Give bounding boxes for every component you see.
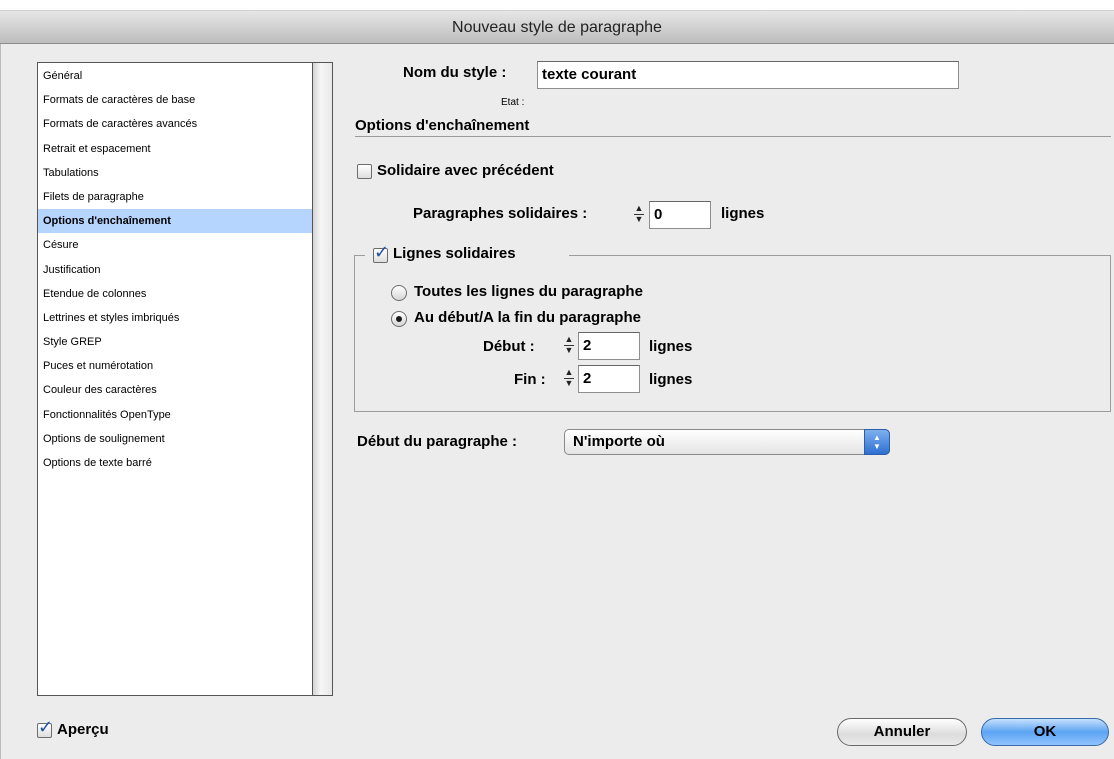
start-lines-unit: lignes <box>649 338 693 355</box>
keep-with-next-stepper[interactable]: ▲ ▼ <box>631 203 647 227</box>
sidebar-item-keep-options[interactable]: Options d'enchaînement <box>38 209 312 234</box>
sidebar-item-paragraph-rules[interactable]: Filets de paragraphe <box>38 185 312 209</box>
start-lines-input[interactable]: 2 <box>578 332 640 360</box>
start-end-label[interactable]: Au début/A la fin du paragraphe <box>414 309 641 326</box>
chevron-updown-icon: ▲ ▼ <box>864 429 890 455</box>
start-lines-stepper[interactable]: ▲ ▼ <box>561 334 577 358</box>
check-icon: ✓ <box>38 717 54 737</box>
sidebar-scrollbar[interactable] <box>312 63 332 695</box>
sidebar-item-tabs[interactable]: Tabulations <box>38 161 312 185</box>
sidebar-item-advanced-character-formats[interactable]: Formats de caractères avancés <box>38 112 312 136</box>
dialog-body: Général Formats de caractères de base Fo… <box>0 44 1114 759</box>
end-lines-label: Fin : <box>514 371 546 388</box>
sidebar-item-opentype[interactable]: Fonctionnalités OpenType <box>38 403 312 427</box>
end-lines-stepper[interactable]: ▲ ▼ <box>561 367 577 391</box>
end-lines-unit: lignes <box>649 371 693 388</box>
preview-checkbox[interactable]: ✓ <box>37 718 53 738</box>
sidebar-item-span-columns[interactable]: Etendue de colonnes <box>38 282 312 306</box>
keep-with-next-label: Paragraphes solidaires : <box>413 205 588 222</box>
start-lines-label: Début : <box>483 338 535 355</box>
sidebar-item-general[interactable]: Général <box>38 64 312 88</box>
keep-with-previous-label[interactable]: Solidaire avec précédent <box>377 162 554 179</box>
category-list-items: Général Formats de caractères de base Fo… <box>38 63 312 695</box>
window-title: Nouveau style de paragraphe <box>0 10 1114 44</box>
sidebar-item-strikethrough-options[interactable]: Options de texte barré <box>38 451 312 475</box>
preview-label[interactable]: Aperçu <box>57 721 109 738</box>
category-list: Général Formats de caractères de base Fo… <box>37 62 333 696</box>
keep-with-next-input[interactable]: 0 <box>649 201 711 229</box>
end-lines-input[interactable]: 2 <box>578 365 640 393</box>
keep-with-next-unit: lignes <box>721 205 765 222</box>
keep-with-previous-checkbox[interactable] <box>357 164 372 179</box>
paragraph-start-value: N'importe où <box>573 433 665 450</box>
radio-selected-dot <box>396 316 402 322</box>
keep-lines-checkbox[interactable]: ✓ <box>373 243 389 263</box>
all-lines-radio[interactable] <box>391 285 407 301</box>
keep-lines-label[interactable]: Lignes solidaires <box>393 245 516 262</box>
cancel-button[interactable]: Annuler <box>837 718 967 746</box>
keep-lines-legend: ✓ Lignes solidaires <box>365 243 569 268</box>
paragraph-start-select[interactable]: N'importe où ▲ ▼ <box>564 429 890 455</box>
start-end-radio[interactable] <box>391 311 407 327</box>
style-name-input[interactable]: texte courant <box>537 61 959 89</box>
keep-lines-group <box>354 255 1111 412</box>
section-title: Options d'enchaînement <box>355 117 530 134</box>
paragraph-start-label: Début du paragraphe : <box>357 433 518 450</box>
sidebar-item-indents-spacing[interactable]: Retrait et espacement <box>38 137 312 161</box>
sidebar-item-underline-options[interactable]: Options de soulignement <box>38 427 312 451</box>
background-document-strip <box>0 0 1114 10</box>
style-name-label: Nom du style : <box>403 64 507 81</box>
sidebar-item-grep-style[interactable]: Style GREP <box>38 330 312 354</box>
check-icon: ✓ <box>374 242 390 262</box>
state-label: Etat : <box>501 97 525 108</box>
ok-button[interactable]: OK <box>981 718 1109 746</box>
sidebar-item-hyphenation[interactable]: Césure <box>38 233 312 257</box>
section-divider <box>355 136 1111 137</box>
sidebar-item-basic-character-formats[interactable]: Formats de caractères de base <box>38 88 312 112</box>
all-lines-label[interactable]: Toutes les lignes du paragraphe <box>414 283 643 300</box>
sidebar-item-bullets-numbering[interactable]: Puces et numérotation <box>38 354 312 378</box>
sidebar-item-drop-caps[interactable]: Lettrines et styles imbriqués <box>38 306 312 330</box>
sidebar-item-justification[interactable]: Justification <box>38 258 312 282</box>
sidebar-item-character-color[interactable]: Couleur des caractères <box>38 378 312 402</box>
